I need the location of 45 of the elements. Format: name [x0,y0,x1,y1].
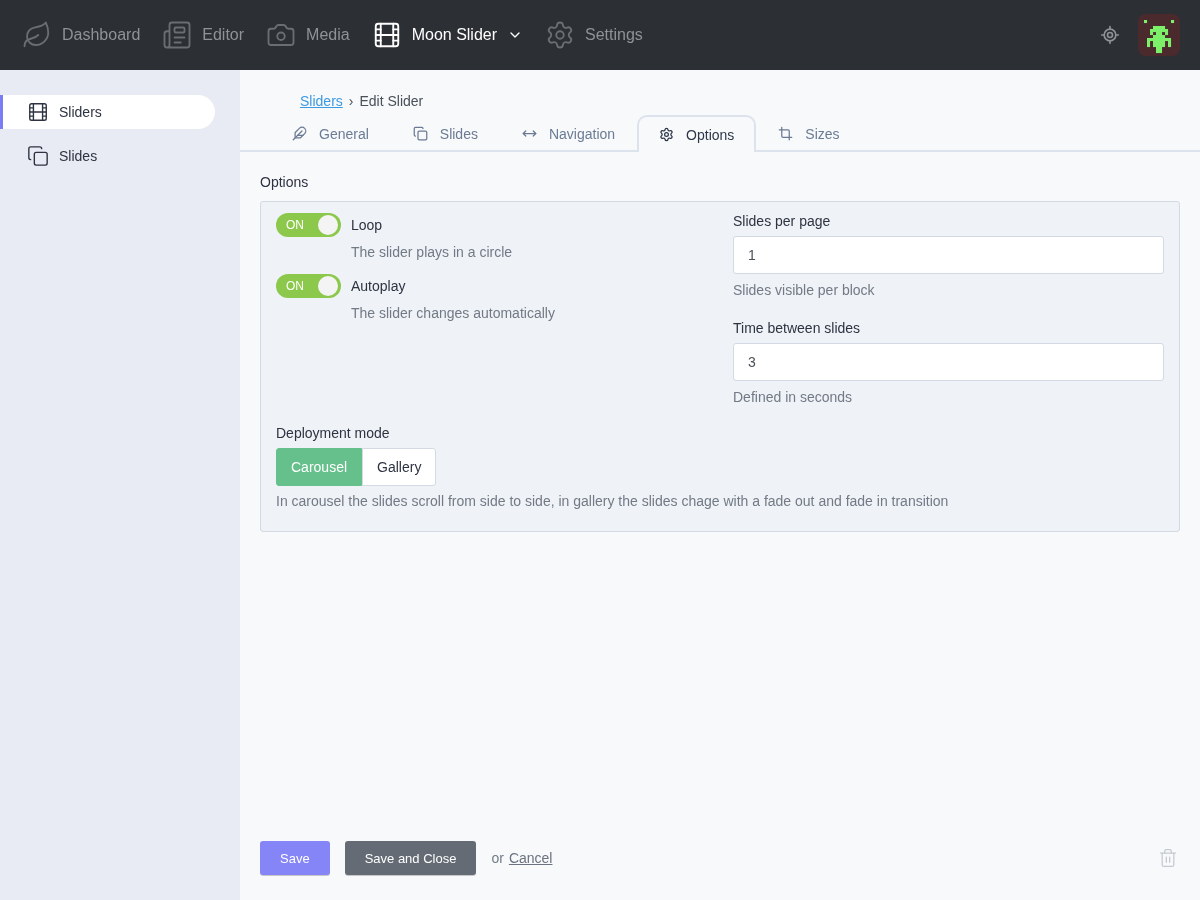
toggle-label: Loop [351,217,384,233]
save-button[interactable]: Save [260,841,330,875]
nav-item[interactable]: Editor [162,20,245,50]
cancel-link[interactable]: Cancel [508,850,553,866]
or-text: or [491,850,504,866]
input-field[interactable]: 1 [733,236,1164,274]
tab[interactable]: Slides [390,115,500,152]
segment-button[interactable]: Carousel [276,448,363,486]
newspaper-icon [162,20,193,50]
leaf-icon [22,20,52,50]
section-title: Options [260,174,310,190]
nav-item[interactable]: Dashboard [22,20,141,50]
help-text: The slider plays in a circle [351,244,514,260]
input-field[interactable]: 3 [733,343,1164,381]
help-text: Slides visible per block [733,282,876,298]
nav-item[interactable]: Moon Slider [371,20,524,50]
help-text: In carousel the slides scroll from side to side, in gallery the slides chage with a fade out and fade in transition [276,493,950,509]
avatar-pixel-drawing[interactable] [1138,14,1180,56]
breadcrumb-link[interactable]: Sliders [300,93,343,109]
sidebar-item[interactable]: Slides [0,139,215,173]
breadcrumb-separator: › [348,93,354,109]
copy-icon [412,126,428,141]
tab[interactable]: General [270,115,391,152]
crop-icon [778,126,794,141]
help-text: Defined in seconds [733,389,854,405]
nav-item[interactable]: Settings [545,20,643,50]
film-icon [27,101,49,123]
toggle-label: Autoplay [351,278,407,294]
sidebar-item[interactable]: Sliders [0,95,215,129]
field-label: Deployment mode [276,425,391,441]
crosshair-icon[interactable] [1100,25,1120,45]
copy-icon [27,145,49,167]
nav-item[interactable]: Media [266,20,350,50]
segment-button[interactable]: Gallery [362,448,437,486]
breadcrumb-current: Edit Slider [359,93,424,109]
help-text: The slider changes automatically [351,305,556,321]
feather-icon [292,126,307,141]
trash-icon [1158,848,1178,868]
field-label: Time between slides [733,320,862,336]
field-label: Slides per page [733,213,832,229]
tab[interactable]: Sizes [756,115,862,152]
settings-icon [659,127,675,142]
tab[interactable]: Navigation [499,115,638,152]
save-and-close-button[interactable]: Save and Close [344,841,477,875]
tab[interactable]: Options [637,115,757,152]
